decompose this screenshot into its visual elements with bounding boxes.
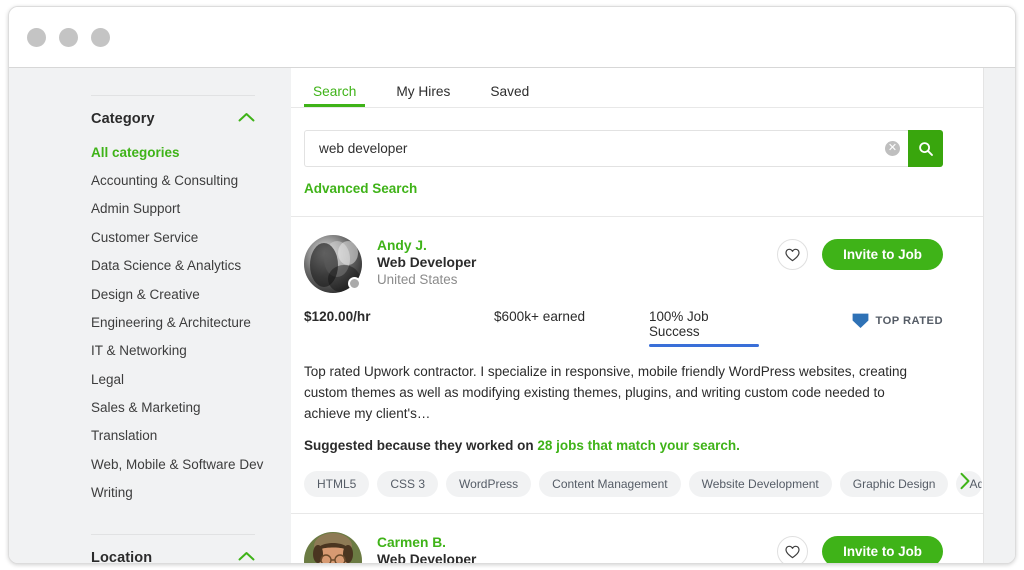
- save-freelancer-button[interactable]: [777, 239, 809, 270]
- skill-tag[interactable]: Graphic Design: [839, 471, 949, 497]
- category-list: All categories Accounting & Consulting A…: [91, 132, 263, 507]
- skill-tag[interactable]: Website Development: [688, 471, 832, 497]
- category-filter-section: Category All categories Accounting & Con…: [9, 96, 291, 507]
- tab-search[interactable]: Search: [304, 84, 366, 107]
- category-filter-title: Category: [91, 111, 155, 127]
- window-minimize-button[interactable]: [59, 27, 78, 47]
- freelancer-description: Top rated Upwork contractor. I specializ…: [304, 364, 908, 421]
- freelancer-card: Andy J. Web Developer United States Invi…: [291, 217, 983, 514]
- sidebar-item-engineering-architecture[interactable]: Engineering & Architecture: [91, 308, 255, 336]
- total-earned: $600k+ earned: [494, 309, 586, 324]
- search-field-wrapper: ✕: [304, 130, 908, 167]
- job-success-label: 100% Job Success: [649, 309, 709, 339]
- category-filter-header[interactable]: Category: [91, 96, 255, 132]
- window-titlebar: [9, 7, 1015, 68]
- freelancer-identity: Andy J. Web Developer United States: [377, 235, 476, 287]
- card-actions: Invite to Job: [777, 536, 943, 563]
- tab-my-hires[interactable]: My Hires: [387, 84, 459, 107]
- sidebar-item-design-creative[interactable]: Design & Creative: [91, 280, 255, 308]
- clear-circle-icon[interactable]: ✕: [885, 141, 900, 156]
- skill-tag[interactable]: HTML5: [304, 471, 370, 497]
- sidebar-item-web-mobile-software-dev[interactable]: Web, Mobile & Software Dev: [91, 450, 263, 478]
- search-input[interactable]: [319, 141, 885, 156]
- hourly-rate: $120.00/hr: [304, 309, 371, 324]
- online-status-dot: [348, 277, 361, 290]
- skill-tag[interactable]: CSS 3: [377, 471, 439, 497]
- skill-tag[interactable]: WordPress: [446, 471, 532, 497]
- freelancer-card: Carmen B. Web Developer United States In…: [291, 514, 983, 564]
- invite-to-job-button[interactable]: Invite to Job: [822, 239, 943, 270]
- suggested-jobs-link[interactable]: 28 jobs that match your search.: [537, 438, 740, 453]
- sidebar-item-data-science-analytics[interactable]: Data Science & Analytics: [91, 252, 255, 280]
- search-submit-button[interactable]: [908, 130, 943, 167]
- search-row: ✕: [304, 130, 943, 167]
- location-filter-header[interactable]: Location: [91, 535, 255, 564]
- filters-sidebar: Category All categories Accounting & Con…: [9, 68, 291, 564]
- search-bar-section: ✕ Advanced Search: [291, 108, 983, 217]
- right-gutter: [984, 68, 1015, 563]
- location-filter-title: Location: [91, 549, 153, 564]
- window-close-button[interactable]: [27, 27, 46, 47]
- advanced-search-link[interactable]: Advanced Search: [304, 181, 417, 196]
- invite-to-job-button[interactable]: Invite to Job: [822, 536, 943, 563]
- search-icon: [918, 141, 933, 156]
- card-actions: Invite to Job: [777, 239, 943, 270]
- sidebar-item-admin-support[interactable]: Admin Support: [91, 195, 255, 223]
- tab-saved[interactable]: Saved: [481, 84, 538, 107]
- chevron-up-icon[interactable]: [238, 549, 255, 563]
- app-window: Category All categories Accounting & Con…: [8, 6, 1016, 564]
- job-success-block: 100% Job Success: [649, 309, 762, 347]
- top-rated-label: TOP RATED: [875, 314, 943, 327]
- results-tabs: Search My Hires Saved: [291, 68, 983, 108]
- avatar-wrapper: [304, 235, 362, 293]
- sidebar-item-sales-marketing[interactable]: Sales & Marketing: [91, 393, 255, 421]
- freelancer-name[interactable]: Carmen B.: [377, 535, 476, 550]
- freelancer-location: United States: [377, 272, 458, 287]
- main-region: Search My Hires Saved ✕: [291, 68, 1015, 564]
- sidebar-item-writing[interactable]: Writing: [91, 479, 255, 507]
- suggested-prefix: Suggested because they worked on: [304, 438, 538, 453]
- freelancer-stats: $120.00/hr $600k+ earned 100% Job Succes…: [304, 309, 943, 347]
- search-results-panel: Search My Hires Saved ✕: [291, 68, 984, 564]
- sidebar-item-customer-service[interactable]: Customer Service: [91, 223, 255, 251]
- sidebar-item-all-categories[interactable]: All categories: [91, 138, 255, 166]
- sidebar-item-accounting-consulting[interactable]: Accounting & Consulting: [91, 166, 255, 194]
- sidebar-item-translation[interactable]: Translation: [91, 422, 255, 450]
- freelancer-name[interactable]: Andy J.: [377, 238, 476, 253]
- freelancer-identity: Carmen B. Web Developer United States: [377, 532, 477, 564]
- freelancer-title: Web Developer: [377, 255, 477, 270]
- sidebar-item-legal[interactable]: Legal: [91, 365, 255, 393]
- job-success-track: [649, 344, 759, 347]
- freelancer-title: Web Developer: [377, 552, 477, 564]
- suggested-reason: Suggested because they worked on 28 jobs…: [304, 438, 943, 453]
- job-success-fill: [649, 344, 759, 347]
- window-zoom-button[interactable]: [91, 27, 110, 47]
- top-rated-badge: TOP RATED: [851, 311, 943, 330]
- chevron-up-icon[interactable]: [238, 110, 255, 128]
- save-freelancer-button[interactable]: [777, 536, 809, 563]
- heart-icon: [785, 545, 800, 558]
- skill-tags: HTML5 CSS 3 WordPress Content Management…: [304, 471, 983, 497]
- app-body: Category All categories Accounting & Con…: [9, 68, 1015, 564]
- shield-icon: [852, 313, 868, 328]
- avatar[interactable]: [304, 532, 362, 563]
- heart-icon: [785, 248, 800, 261]
- sidebar-item-it-networking[interactable]: IT & Networking: [91, 337, 255, 365]
- skill-tag[interactable]: Content Management: [539, 471, 681, 497]
- avatar-wrapper: [304, 532, 362, 563]
- chevron-right-icon[interactable]: [959, 472, 971, 495]
- location-filter-section: Location: [9, 535, 291, 564]
